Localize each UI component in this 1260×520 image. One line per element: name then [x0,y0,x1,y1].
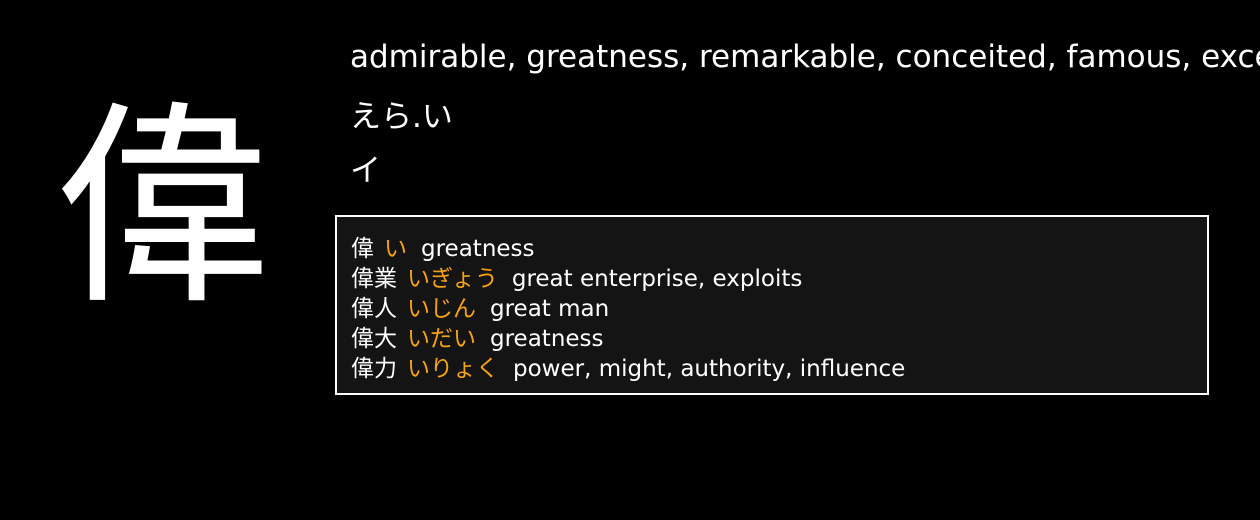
example-reading: いぎょう [407,266,498,292]
kanji-meanings: admirable, greatness, remarkable, concei… [350,39,1260,75]
example-gloss: great man [490,296,610,322]
example-reading: いだい [407,326,476,352]
kun-reading: えら.い [350,99,453,135]
example-word: 偉 [351,236,374,262]
example-reading: い [384,236,407,262]
on-reading: イ [350,153,381,189]
example-gloss: great enterprise, exploits [511,266,803,292]
example-row: 偉力 いりょく power, might, authority, influence [351,354,1207,384]
example-word: 偉力 [351,356,397,382]
example-row: 偉人 いじん great man [351,294,1207,324]
example-word: 偉業 [351,266,397,292]
example-word: 偉大 [351,326,397,352]
example-gloss: greatness [490,326,604,352]
example-row: 偉大 いだい greatness [351,324,1207,354]
example-word: 偉人 [351,296,397,322]
kanji-character: 偉 [54,83,271,334]
example-words-panel: 偉い greatness 偉業 いぎょう great enterprise, expl… [335,215,1209,395]
example-gloss: greatness [421,236,535,262]
example-reading: いじん [407,296,476,322]
example-gloss: power, might, authority, influence [513,356,906,382]
example-reading: いりょく [407,356,499,382]
example-row: 偉い greatness [351,234,1207,264]
kanji-card: 偉 admirable, greatness, remarkable, conc… [0,0,1260,520]
example-row: 偉業 いぎょう great enterprise, exploits [351,264,1207,294]
